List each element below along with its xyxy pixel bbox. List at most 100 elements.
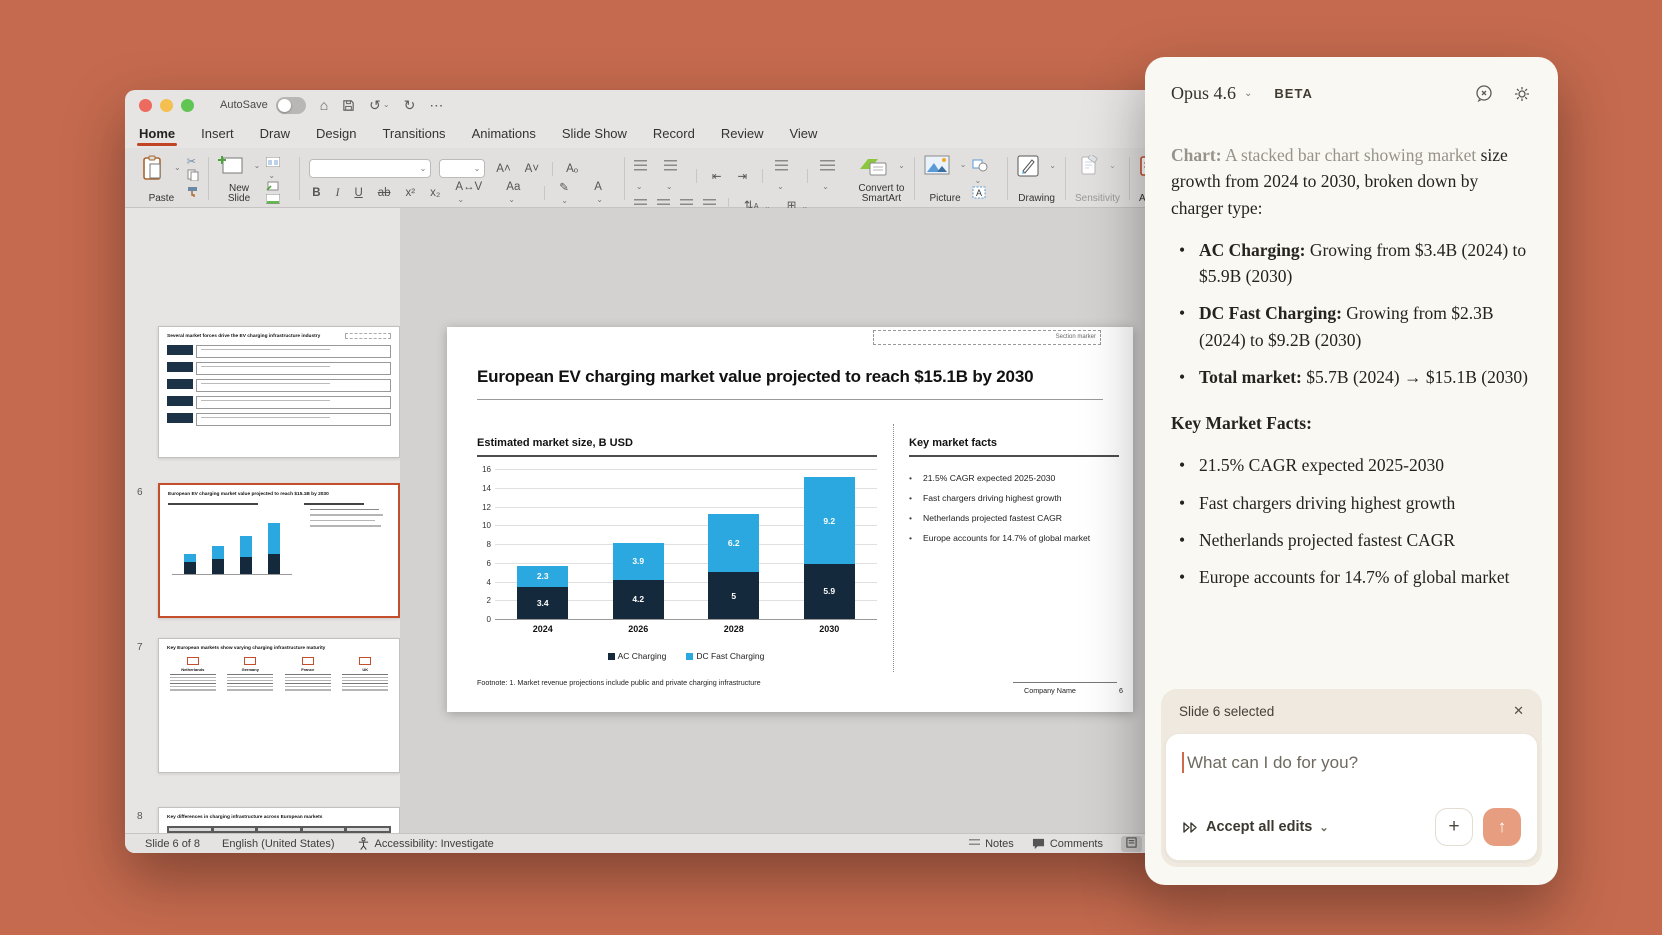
format-painter-icon[interactable]	[187, 186, 199, 201]
tab-home[interactable]: Home	[139, 126, 175, 148]
character-spacing-icon[interactable]: A↔V ⌄	[452, 181, 494, 205]
text-box-icon[interactable]: A	[972, 186, 998, 202]
segment-ac-charging: 4.2	[613, 580, 664, 619]
paste-button[interactable]: ⌄ Paste	[142, 153, 181, 205]
bar-2026: 4.23.9	[613, 469, 664, 619]
normal-view-button[interactable]	[1121, 836, 1142, 852]
clipboard-icon	[142, 155, 164, 181]
clear-chat-icon[interactable]	[1474, 84, 1494, 104]
convert-smartart-button[interactable]: ⌄ Convert to SmartArt	[858, 153, 905, 205]
home-icon[interactable]: ⌂	[320, 98, 328, 112]
mini-bar-segment	[240, 536, 252, 557]
bar-2028: 56.2	[708, 469, 759, 619]
model-selector[interactable]: Opus 4.6	[1171, 83, 1236, 104]
market-fact: Europe accounts for 14.7% of global mark…	[909, 533, 1119, 543]
accept-all-edits-button[interactable]: Accept all edits ⌄	[1182, 819, 1329, 835]
bullet-list-icon[interactable]: ⌄	[634, 158, 654, 194]
line-spacing-icon[interactable]: ⌄	[775, 158, 795, 194]
notes-button[interactable]: Notes	[969, 838, 1014, 850]
cut-icon[interactable]: ✂	[187, 157, 199, 168]
slide-thumbnail-7[interactable]: Key European markets show varying chargi…	[158, 638, 400, 773]
decrease-font-icon[interactable]: A˅	[522, 163, 542, 175]
subscript-button[interactable]: x₂	[427, 187, 443, 199]
more-toolbar-icon[interactable]: ⋯	[429, 98, 443, 112]
attach-plus-button[interactable]: +	[1435, 808, 1473, 846]
chart-gridline	[495, 619, 877, 620]
segment-dc-fast-charging: 2.3	[517, 566, 568, 588]
sensitivity-button[interactable]: ⌄ Sensitivity	[1075, 153, 1120, 205]
font-color-icon[interactable]: A ⌄	[591, 181, 615, 205]
superscript-button[interactable]: x²	[403, 187, 419, 199]
drawing-icon	[1017, 155, 1039, 177]
tab-animations[interactable]: Animations	[472, 126, 536, 148]
numbered-list-icon[interactable]: ⌄	[664, 158, 684, 194]
context-chip: Slide 6 selected	[1179, 704, 1274, 719]
editing-canvas: Section marker European EV charging mark…	[400, 208, 1170, 833]
close-window-button[interactable]	[139, 99, 152, 112]
stacked-bar-chart[interactable]: 02468101214163.42.320244.23.9202656.2202…	[477, 457, 877, 667]
bold-button[interactable]: B	[309, 187, 323, 199]
italic-button[interactable]: I	[333, 187, 343, 199]
slide-title[interactable]: European EV charging market value projec…	[477, 367, 1033, 387]
mini-bar-segment	[212, 546, 224, 559]
slide-thumbnail-5[interactable]: Several market forces drive the EV charg…	[158, 326, 400, 458]
copy-icon[interactable]	[187, 169, 199, 184]
font-name-combo[interactable]: ⌄	[309, 159, 431, 178]
y-axis-tick: 16	[477, 465, 491, 474]
ribbon: ⌄ Paste ✂ ⌄ New Slide	[125, 148, 1170, 208]
section-marker-placeholder[interactable]: Section marker	[873, 330, 1101, 345]
font-size-combo[interactable]: ⌄	[439, 159, 485, 178]
insert-group: ⌄ Picture ⌄ A	[917, 153, 1006, 204]
redo-icon[interactable]: ↻	[404, 98, 416, 112]
zoom-window-button[interactable]	[181, 99, 194, 112]
y-axis-tick: 4	[477, 578, 491, 587]
thumbnail-title: European EV charging market value projec…	[168, 492, 390, 498]
tab-draw[interactable]: Draw	[260, 126, 290, 148]
tab-review[interactable]: Review	[721, 126, 764, 148]
slide-indicator: Slide 6 of 8	[145, 838, 200, 850]
slide-6-canvas[interactable]: Section marker European EV charging mark…	[447, 327, 1133, 712]
send-button[interactable]: ↑	[1483, 808, 1521, 846]
model-chevron-icon[interactable]: ⌄	[1244, 88, 1252, 99]
language-button[interactable]: English (United States)	[222, 838, 335, 850]
underline-button[interactable]: U	[351, 187, 365, 199]
legend-swatch	[608, 653, 615, 660]
comments-button[interactable]: Comments	[1032, 838, 1103, 850]
settings-gear-icon[interactable]	[1512, 84, 1532, 104]
layout-icon[interactable]: ⌄	[266, 157, 290, 181]
reset-slide-icon[interactable]	[266, 181, 290, 194]
shapes-icon[interactable]: ⌄	[972, 159, 998, 186]
tab-design[interactable]: Design	[316, 126, 356, 148]
x-axis-label: 2024	[513, 624, 573, 634]
minimize-window-button[interactable]	[160, 99, 173, 112]
clear-formatting-icon[interactable]: Aₒ	[563, 163, 581, 175]
tab-insert[interactable]: Insert	[201, 126, 234, 148]
columns-icon[interactable]: ⌄	[820, 158, 842, 194]
facts-header[interactable]: Key market facts	[909, 437, 997, 449]
thumbnail-country-label: Netherlands	[181, 667, 204, 672]
accessibility-button[interactable]: Accessibility: Investigate	[357, 837, 494, 850]
chart-header[interactable]: Estimated market size, B USD	[477, 437, 633, 449]
clipboard-group: ⌄ Paste ✂	[135, 153, 206, 204]
picture-button[interactable]: ⌄ Picture	[924, 153, 967, 205]
slide-thumbnail-6[interactable]: European EV charging market value projec…	[158, 483, 400, 618]
autosave-toggle[interactable]	[276, 97, 306, 114]
increase-font-icon[interactable]: A˄	[493, 163, 513, 175]
strikethrough-button[interactable]: ab	[375, 187, 394, 199]
tab-record[interactable]: Record	[653, 126, 695, 148]
message-input[interactable]: What can I do for you? Accept all edits …	[1165, 733, 1538, 861]
tab-slide-show[interactable]: Slide Show	[562, 126, 627, 148]
save-icon[interactable]	[342, 99, 355, 112]
change-case-icon[interactable]: Aa ⌄	[503, 181, 533, 205]
new-slide-button[interactable]: ⌄ New Slide	[218, 153, 261, 205]
context-chip-close-icon[interactable]: ✕	[1513, 703, 1524, 719]
segment-ac-charging: 5	[708, 572, 759, 619]
increase-indent-icon[interactable]: ⇥	[735, 169, 751, 183]
tab-view[interactable]: View	[789, 126, 817, 148]
tab-transitions[interactable]: Transitions	[382, 126, 445, 148]
highlight-color-icon[interactable]: ✎ ⌄	[556, 180, 582, 206]
decrease-indent-icon[interactable]: ⇤	[709, 169, 725, 183]
undo-icon[interactable]: ↺⌄	[369, 98, 389, 112]
svg-text:A: A	[976, 188, 982, 198]
drawing-button[interactable]: ⌄ Drawing	[1017, 153, 1056, 205]
